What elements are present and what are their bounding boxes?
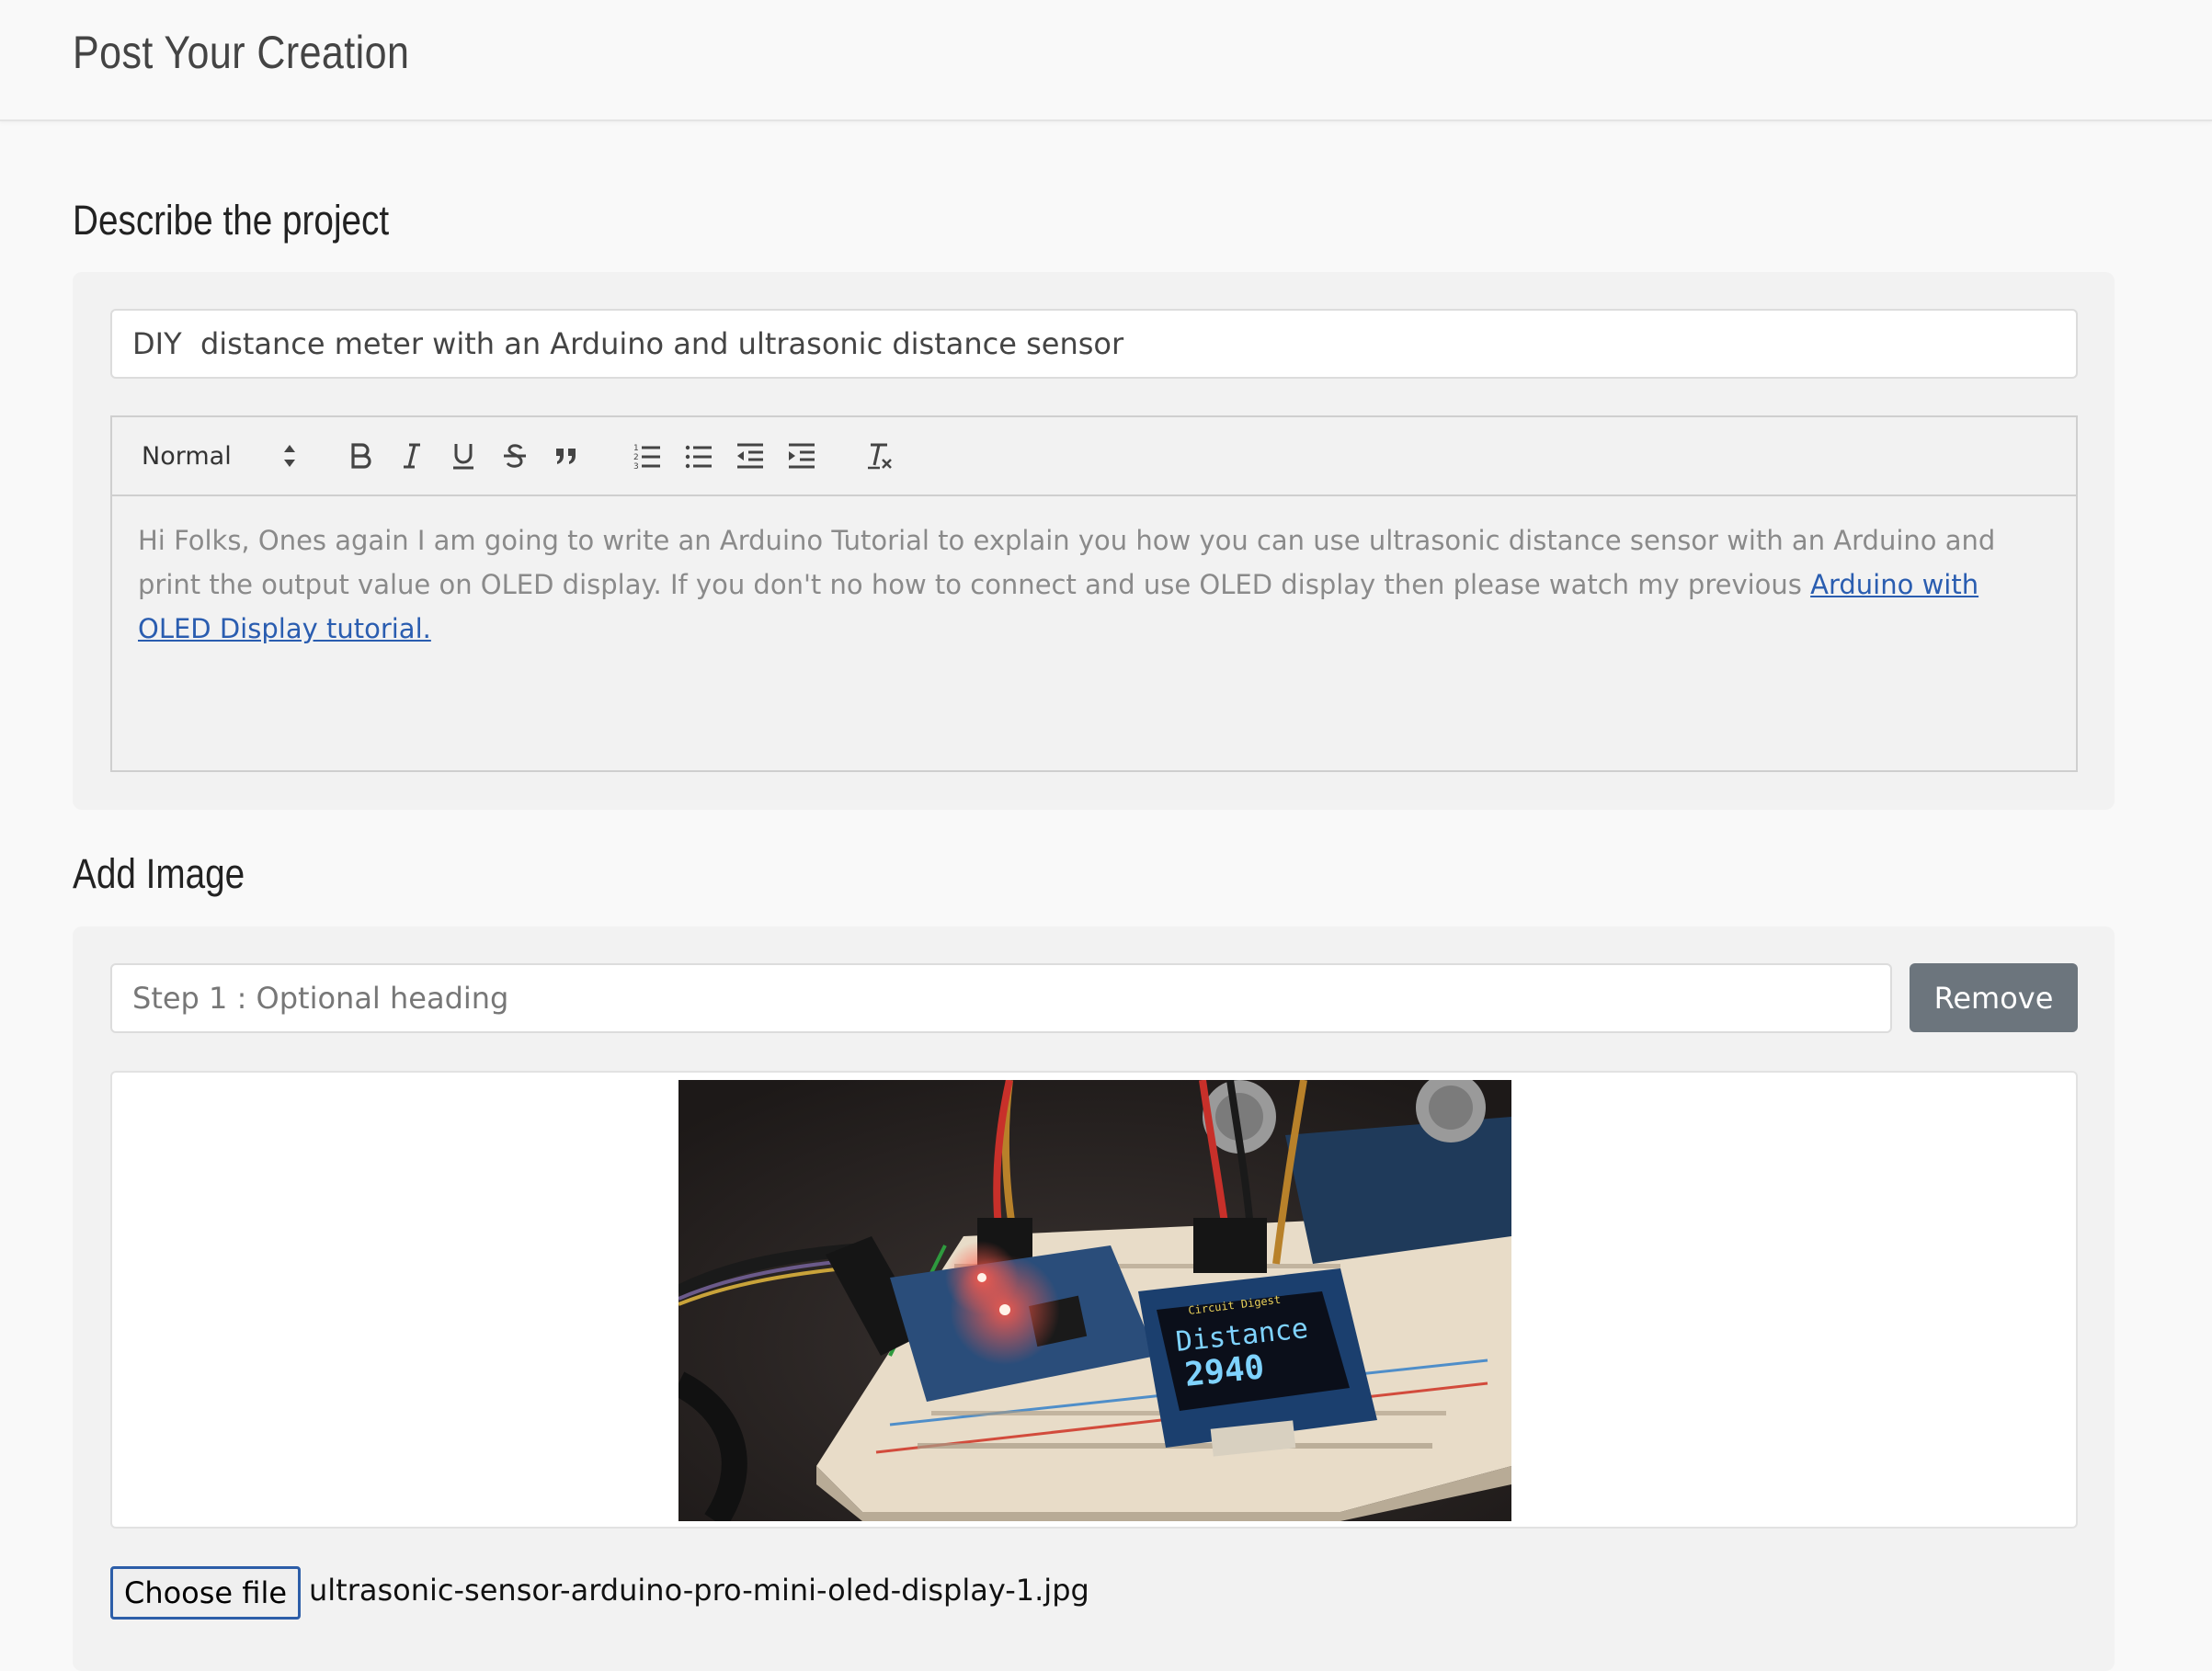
italic-button[interactable] [392, 436, 432, 476]
project-title-input[interactable] [110, 309, 2078, 379]
bullet-list-button[interactable] [678, 436, 719, 476]
underline-icon [453, 444, 473, 470]
italic-icon [404, 443, 420, 469]
arduino-breadboard-image: Circuit Digest Distance 2940 [678, 1080, 1511, 1521]
blockquote-icon [556, 449, 576, 464]
add-image-section-title: Add Image [73, 850, 245, 897]
indent-icon [789, 443, 815, 469]
svg-text:1: 1 [633, 444, 639, 453]
outdent-icon [737, 443, 763, 469]
svg-text:2: 2 [633, 453, 639, 462]
top-header: Post Your Creation [0, 0, 2212, 121]
outdent-button[interactable] [730, 436, 770, 476]
bold-icon [351, 443, 371, 469]
step-heading-input[interactable] [110, 963, 1892, 1033]
bold-button[interactable] [340, 436, 381, 476]
remove-button[interactable]: Remove [1910, 963, 2078, 1032]
indent-button[interactable] [781, 436, 822, 476]
ordered-list-icon: 1 2 3 [633, 444, 660, 472]
strikethrough-button[interactable] [495, 436, 535, 476]
selected-file-name: ultrasonic-sensor-arduino-pro-mini-oled-… [309, 1573, 1089, 1608]
format-select[interactable]: Normal [142, 434, 298, 478]
rich-text-editor: Normal 1 2 3 Hi Folks, Ones again I am g… [110, 415, 2078, 772]
blockquote-button[interactable] [546, 436, 587, 476]
editor-body-text: Hi Folks, Ones again I am going to write… [138, 525, 1996, 600]
page-title: Post Your Creation [73, 27, 410, 78]
clear-format-button[interactable] [859, 436, 899, 476]
svg-text:3: 3 [633, 462, 639, 472]
underline-button[interactable] [443, 436, 484, 476]
ordered-list-button[interactable]: 1 2 3 [627, 436, 667, 476]
choose-file-button[interactable]: Choose file [110, 1566, 301, 1620]
editor-toolbar: Normal 1 2 3 [112, 417, 2076, 496]
strikethrough-icon [504, 444, 526, 468]
clear-format-icon [868, 443, 892, 470]
bullet-list-icon [685, 445, 712, 469]
describe-section-title: Describe the project [73, 197, 390, 244]
image-preview-frame: Circuit Digest Distance 2940 [110, 1071, 2078, 1529]
select-arrows-icon [284, 445, 295, 467]
editor-content[interactable]: Hi Folks, Ones again I am going to write… [138, 518, 2059, 651]
project-photo: Circuit Digest Distance 2940 [678, 1080, 1511, 1521]
format-select-value: Normal [142, 441, 232, 471]
